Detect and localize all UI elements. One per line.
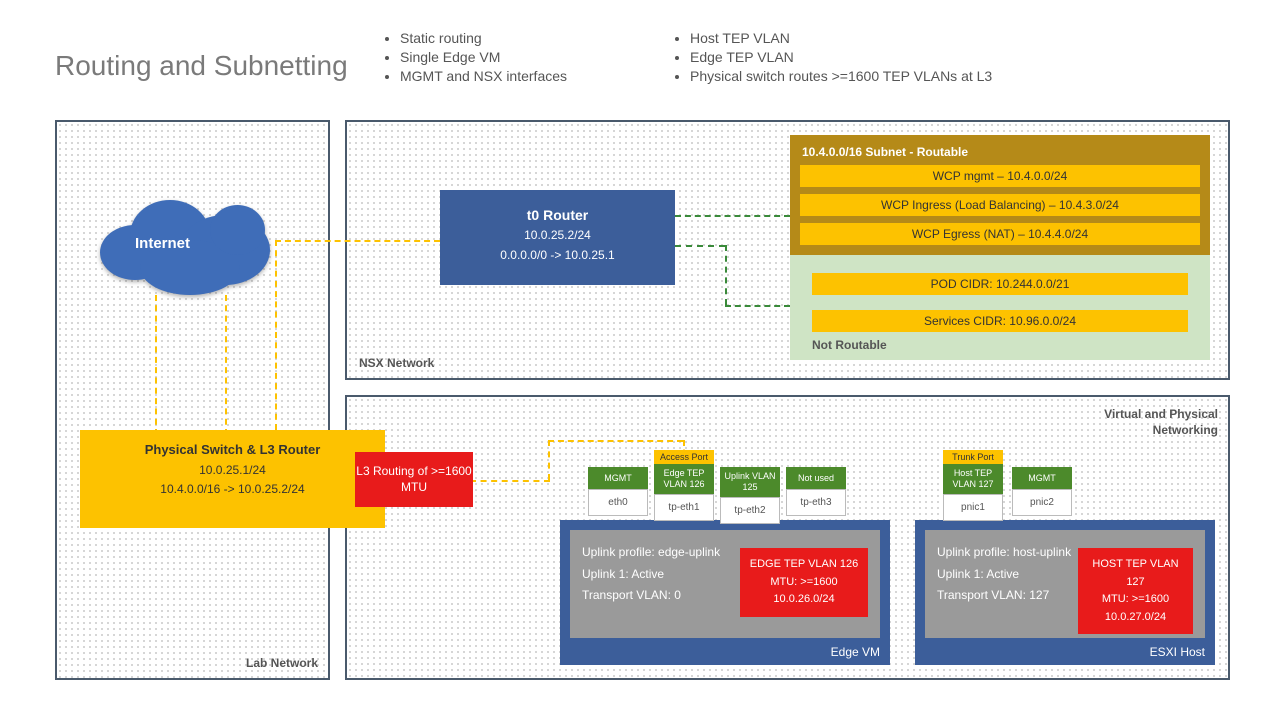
edge-vm-config: Uplink profile: edge-uplink Uplink 1: Ac…	[570, 530, 880, 638]
services-cidr-bar: Services CIDR: 10.96.0.0/24	[812, 310, 1188, 332]
connector-switch-edge	[548, 440, 683, 442]
lab-network-label: Lab Network	[246, 656, 318, 670]
edge-port-tpeth1: Access Port Edge TEP VLAN 126 tp-eth1	[654, 450, 714, 521]
connector-switch-edge	[470, 480, 550, 482]
port-cell: tp-eth2	[720, 497, 780, 524]
esxi-port-pnic1: Trunk Port Host TEP VLAN 127 pnic1	[943, 450, 1003, 521]
connector-switch-t0	[275, 240, 440, 242]
connector-switch-t0	[275, 240, 277, 430]
bullet-item: Edge TEP VLAN	[690, 49, 1250, 65]
connector-t0-notroutable	[725, 305, 790, 307]
connector-t0-notroutable	[725, 245, 727, 305]
port-cell: eth0	[588, 489, 648, 516]
port-head: Not used	[786, 467, 846, 489]
physical-switch-box: Physical Switch & L3 Router 10.0.25.1/24…	[80, 430, 385, 528]
bullet-item: Physical switch routes >=1600 TEP VLANs …	[690, 68, 1250, 84]
edge-port-tpeth2: Uplink VLAN 125 tp-eth2	[720, 467, 780, 524]
pod-cidr-bar: POD CIDR: 10.244.0.0/21	[812, 273, 1188, 295]
esxi-host-label: ESXI Host	[1150, 645, 1205, 659]
internet-label: Internet	[135, 235, 190, 252]
nsx-network-label: NSX Network	[359, 356, 434, 370]
port-head: MGMT	[588, 467, 648, 489]
t0-ip: 10.0.25.2/24	[524, 228, 591, 242]
bullet-item: MGMT and NSX interfaces	[400, 68, 660, 84]
physical-switch-ip: 10.0.25.1/24	[199, 463, 266, 477]
bullet-item: Host TEP VLAN	[690, 30, 1250, 46]
routable-title: 10.4.0.0/16 Subnet - Routable	[802, 145, 1200, 159]
port-tag: Trunk Port	[943, 450, 1003, 464]
physical-switch-route: 10.4.0.0/16 -> 10.0.25.2/24	[160, 482, 304, 496]
esxi-host-box: Uplink profile: host-uplink Uplink 1: Ac…	[915, 520, 1215, 665]
connector-internet-switch	[225, 295, 227, 435]
bullet-item: Static routing	[400, 30, 660, 46]
wcp-ingress-bar: WCP Ingress (Load Balancing) – 10.4.3.0/…	[800, 194, 1200, 216]
page-title: Routing and Subnetting	[55, 50, 348, 82]
port-cell: pnic1	[943, 494, 1003, 521]
routable-subnet-box: 10.4.0.0/16 Subnet - Routable WCP mgmt –…	[790, 135, 1210, 255]
edge-vm-label: Edge VM	[831, 645, 880, 659]
wcp-mgmt-bar: WCP mgmt – 10.4.0.0/24	[800, 165, 1200, 187]
port-cell: tp-eth3	[786, 489, 846, 516]
host-tep-config: HOST TEP VLAN 127 MTU: >=1600 10.0.27.0/…	[1078, 548, 1193, 634]
edge-vm-box: Uplink profile: edge-uplink Uplink 1: Ac…	[560, 520, 890, 665]
virtual-physical-label: Virtual and PhysicalNetworking	[1104, 407, 1218, 438]
connector-internet-switch	[155, 295, 157, 435]
port-head: Host TEP VLAN 127	[943, 464, 1003, 494]
port-cell: pnic2	[1012, 489, 1072, 516]
edge-port-eth0: MGMT eth0	[588, 467, 648, 516]
port-cell: tp-eth1	[654, 494, 714, 521]
esxi-config: Uplink profile: host-uplink Uplink 1: Ac…	[925, 530, 1205, 638]
connector-t0-routable	[675, 215, 790, 217]
port-head: MGMT	[1012, 467, 1072, 489]
edge-tep-config: EDGE TEP VLAN 126 MTU: >=1600 10.0.26.0/…	[740, 548, 868, 617]
l3-routing-box: L3 Routing of >=1600 MTU	[355, 452, 473, 507]
connector-t0-notroutable	[675, 245, 725, 247]
physical-switch-title: Physical Switch & L3 Router	[145, 442, 321, 457]
esxi-port-pnic2: MGMT pnic2	[1012, 467, 1072, 516]
port-tag: Access Port	[654, 450, 714, 464]
bullet-list-left: Static routing Single Edge VM MGMT and N…	[380, 30, 660, 87]
connector-switch-edge	[548, 440, 550, 480]
bullet-item: Single Edge VM	[400, 49, 660, 65]
not-routable-label: Not Routable	[812, 338, 887, 352]
t0-route: 0.0.0.0/0 -> 10.0.25.1	[500, 248, 614, 262]
wcp-egress-bar: WCP Egress (NAT) – 10.4.4.0/24	[800, 223, 1200, 245]
edge-port-tpeth3: Not used tp-eth3	[786, 467, 846, 516]
port-head: Uplink VLAN 125	[720, 467, 780, 497]
port-head: Edge TEP VLAN 126	[654, 464, 714, 494]
bullet-list-right: Host TEP VLAN Edge TEP VLAN Physical swi…	[670, 30, 1250, 87]
t0-title: t0 Router	[527, 207, 588, 223]
t0-router-box: t0 Router 10.0.25.2/24 0.0.0.0/0 -> 10.0…	[440, 190, 675, 285]
